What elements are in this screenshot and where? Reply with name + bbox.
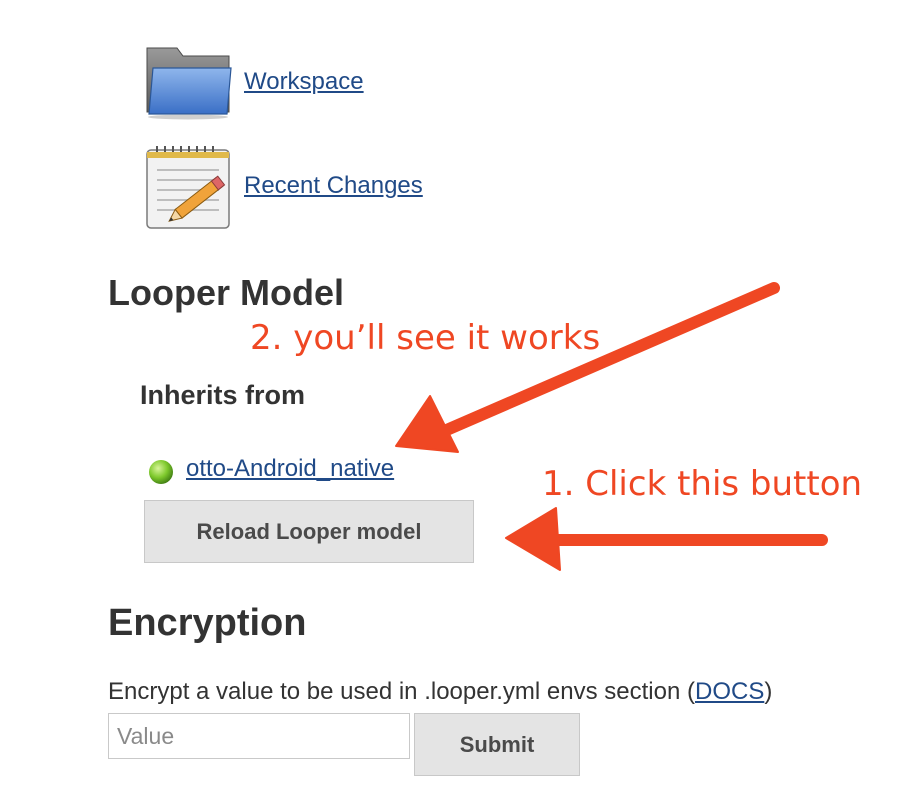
encryption-description: Encrypt a value to be used in .looper.ym…	[108, 678, 772, 706]
value-input[interactable]	[108, 713, 410, 759]
arrow-to-reload-button-head	[505, 507, 561, 571]
annotation-step-1: 1. Click this button	[542, 464, 863, 504]
submit-button[interactable]: Submit	[414, 713, 580, 776]
docs-link[interactable]: DOCS	[695, 678, 764, 705]
description-close-paren: )	[764, 678, 773, 705]
reload-looper-model-button[interactable]: Reload Looper model	[144, 500, 474, 563]
status-ball-icon	[148, 459, 174, 485]
parent-job-link[interactable]: otto-Android_native	[186, 455, 394, 483]
folder-icon	[143, 42, 233, 120]
notepad-pencil-icon	[143, 140, 235, 232]
recent-changes-link[interactable]: Recent Changes	[244, 172, 423, 200]
annotation-step-2: 2. you’ll see it works	[250, 318, 601, 358]
inherits-from-heading: Inherits from	[140, 380, 306, 410]
looper-model-heading: Looper Model	[108, 272, 344, 313]
arrow-to-parent-job	[436, 282, 780, 438]
encryption-heading: Encryption	[108, 602, 307, 644]
workspace-link[interactable]: Workspace	[244, 68, 364, 96]
arrow-to-parent-job-head	[395, 395, 459, 453]
description-text: Encrypt a value to be used in .looper.ym…	[108, 678, 695, 705]
